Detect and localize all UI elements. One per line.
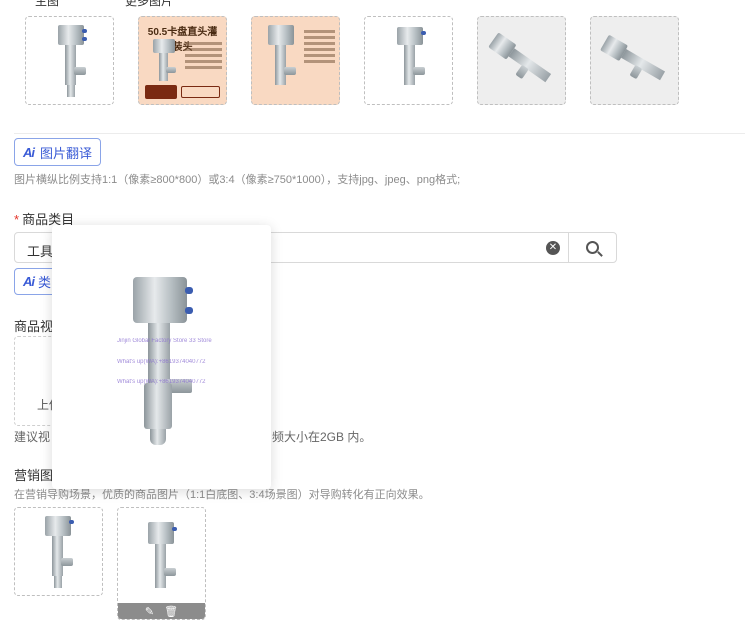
image-ratio-hint: 图片横纵比例支持1:1（像素≥800*800）或3:4（像素≥750*1000）…: [14, 174, 461, 186]
valve-image: [151, 39, 177, 89]
delete-icon[interactable]: 🗑: [164, 605, 178, 618]
category-value: 工具: [27, 244, 54, 259]
marketing-image-1[interactable]: [14, 507, 103, 596]
valve-image: [146, 522, 177, 602]
video-hint-right: 频大小在2GB 内。: [272, 430, 372, 444]
main-image-label: 主图: [35, 0, 60, 8]
ad-spec-lines: [304, 27, 335, 66]
image-thumb-1[interactable]: [25, 16, 114, 105]
marketing-title: 营销图: [14, 468, 54, 483]
marketing-image-actions: ✎ 🗑: [118, 603, 205, 619]
ad-badge-2: [181, 86, 220, 98]
valve-image: [43, 516, 74, 591]
image-thumb-5[interactable]: [477, 16, 566, 105]
image-thumb-6[interactable]: [590, 16, 679, 105]
required-mark: *: [14, 212, 20, 227]
image-translate-button[interactable]: Ai 图片翻译: [14, 138, 102, 166]
valve-drawing-image: [395, 27, 426, 99]
ad-badge: [145, 85, 177, 99]
valve-image: [266, 25, 296, 100]
watermark-phone-2: What's up(WA):+8619374040772: [117, 379, 206, 385]
top-labels: 主图 更多图片: [0, 0, 745, 8]
marketing-image-2[interactable]: ✎ 🗑: [117, 507, 206, 620]
valve-image: [56, 25, 87, 100]
video-hint-left: 建议视: [14, 430, 51, 444]
watermark-phone: What's up(WA):+8619374040772: [117, 359, 206, 365]
ai-category-label: 类: [38, 275, 52, 290]
divider: [14, 133, 745, 134]
image-thumb-2[interactable]: 50.5卡盘直头灌装头: [138, 16, 227, 105]
image-thumb-4[interactable]: [364, 16, 453, 105]
ai-icon: Ai: [23, 274, 35, 289]
more-images-label: 更多图片: [125, 0, 174, 8]
edit-icon[interactable]: ✎: [145, 605, 154, 618]
category-search-button[interactable]: [568, 233, 616, 262]
valve-image: [592, 22, 678, 103]
watermark-store: Jinjin Global Factory Store 33 Store: [117, 338, 212, 344]
image-preview-popup: Jinjin Global Factory Store 33 Store Wha…: [52, 225, 271, 489]
valve-image: [478, 20, 565, 104]
image-strip: 50.5卡盘直头灌装头: [25, 16, 679, 105]
image-translate-label: 图片翻译: [40, 145, 93, 161]
ai-icon: Ai: [23, 144, 35, 160]
ad-spec-lines: [185, 39, 222, 72]
search-icon: [586, 241, 599, 254]
video-title: 商品视: [14, 319, 54, 334]
clear-icon[interactable]: ✕: [546, 241, 560, 255]
image-thumb-3[interactable]: [251, 16, 340, 105]
